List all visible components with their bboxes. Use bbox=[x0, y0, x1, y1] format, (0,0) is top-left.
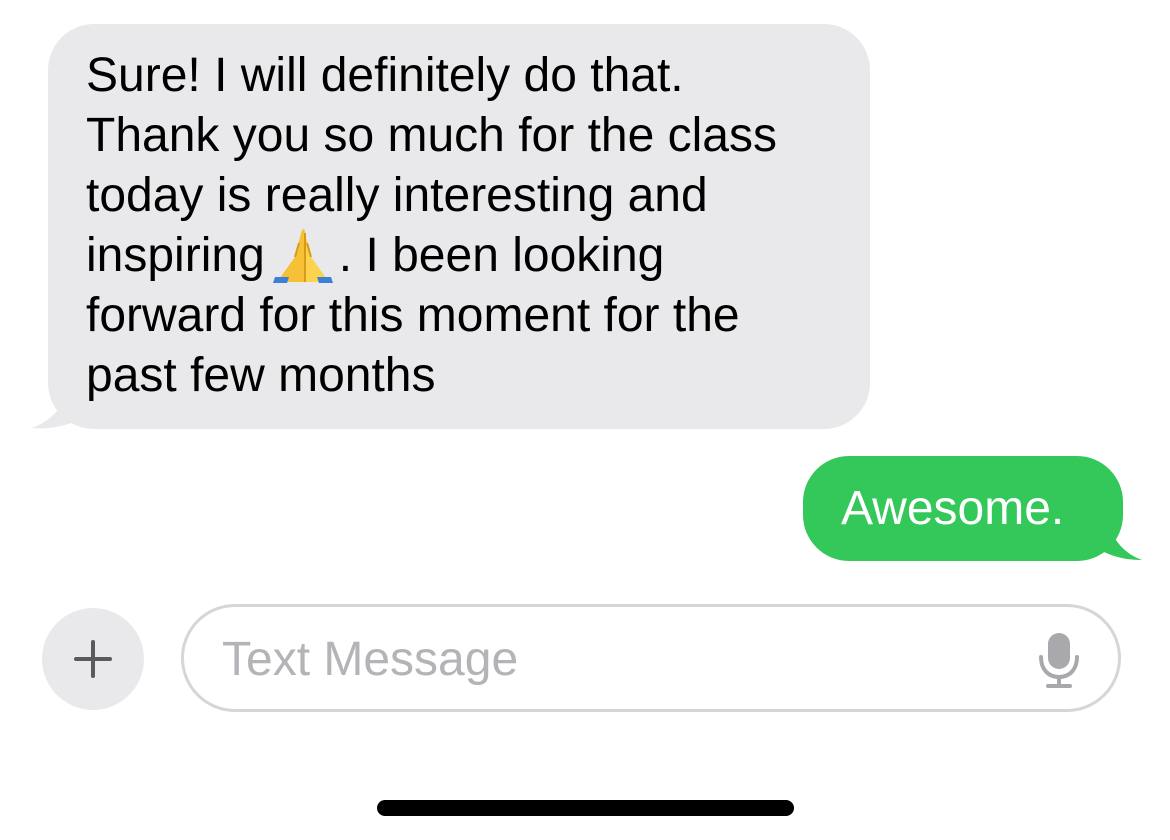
sent-message-bubble[interactable]: Awesome. bbox=[803, 456, 1123, 561]
dictation-button[interactable] bbox=[1036, 631, 1082, 689]
received-message-bubble[interactable]: Sure! I will definitely do that. Thank y… bbox=[48, 24, 870, 429]
message-field[interactable] bbox=[181, 604, 1121, 712]
sent-message-text: Awesome. bbox=[841, 482, 1065, 535]
microphone-icon bbox=[1039, 633, 1079, 688]
text-message-input[interactable] bbox=[222, 621, 1002, 697]
messages-screen: Sure! I will definitely do that. Thank y… bbox=[0, 0, 1170, 840]
received-message-text: Sure! I will definitely do that. Thank y… bbox=[86, 46, 840, 406]
message-line: forward for this moment for the bbox=[86, 289, 740, 342]
message-line: past few months bbox=[86, 349, 436, 402]
message-line: Thank you so much for the class bbox=[86, 109, 777, 162]
message-line-with-emoji: inspiring . I been looking bbox=[86, 226, 840, 286]
folded-hands-icon bbox=[271, 227, 335, 283]
message-segment: . I been looking bbox=[338, 229, 665, 282]
add-attachment-button[interactable] bbox=[42, 608, 144, 710]
message-line: today is really interesting and bbox=[86, 169, 708, 222]
message-segment: inspiring bbox=[86, 229, 265, 282]
message-line: Sure! I will definitely do that. bbox=[86, 49, 684, 102]
plus-icon bbox=[74, 640, 112, 678]
home-indicator[interactable] bbox=[377, 800, 794, 816]
